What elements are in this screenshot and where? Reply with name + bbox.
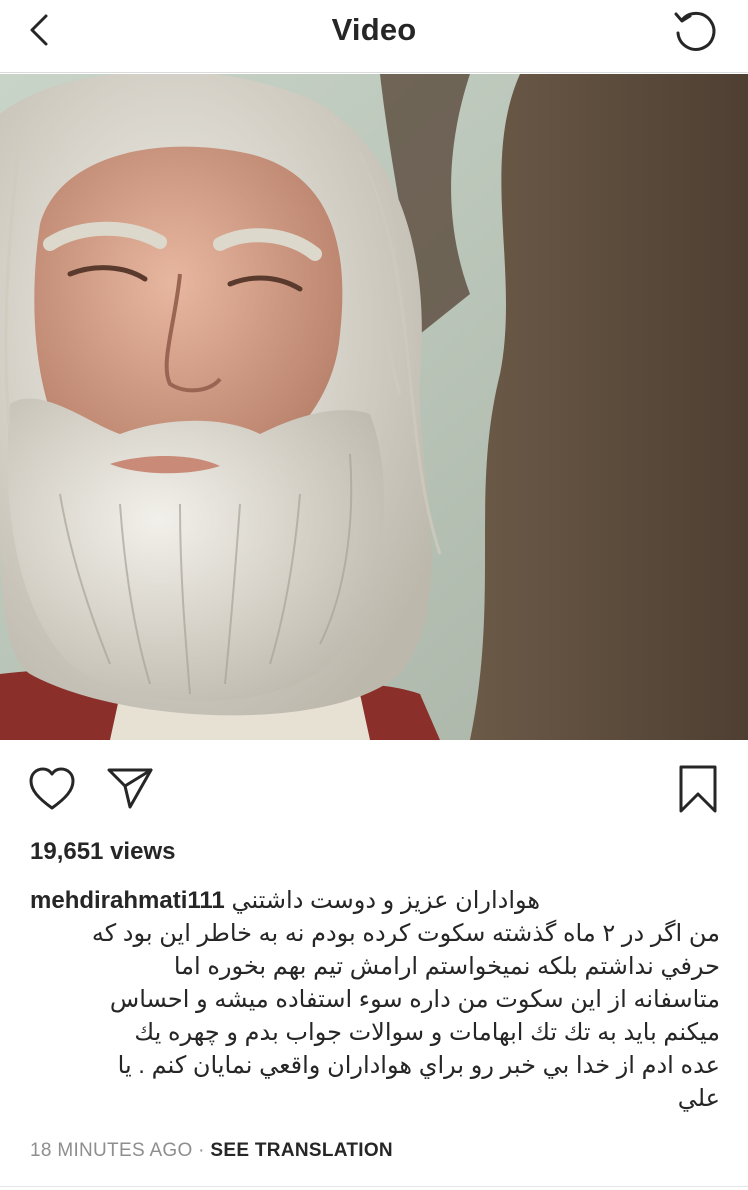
caption-first-line: هواداران عزيز و دوست داشتني xyxy=(231,887,541,914)
video-frame-image xyxy=(0,74,748,740)
paper-plane-icon[interactable] xyxy=(106,766,154,810)
refresh-icon[interactable] xyxy=(670,6,720,56)
top-nav-bar: Video xyxy=(0,0,748,73)
post-timestamp: 18 MINUTES AGO xyxy=(30,1140,193,1161)
meta-separator: · xyxy=(198,1140,205,1161)
caption-body: من اگر در ٢ ماه گذشته سكوت كرده بودم نه … xyxy=(91,920,720,1112)
page-title: Video xyxy=(331,12,417,47)
post-meta: 18 MINUTES AGO · SEE TRANSLATION xyxy=(30,1140,393,1162)
heart-icon[interactable] xyxy=(28,766,76,812)
view-count[interactable]: 19,651 views xyxy=(30,838,175,866)
post-action-bar xyxy=(0,752,748,822)
divider xyxy=(0,1186,748,1187)
see-translation-link[interactable]: SEE TRANSLATION xyxy=(210,1140,393,1161)
bookmark-icon[interactable] xyxy=(678,764,718,814)
post-caption: mehdirahmati111 هواداران عزيز و دوست داش… xyxy=(30,884,720,1115)
username-link[interactable]: mehdirahmati111 xyxy=(30,887,225,914)
video-player[interactable] xyxy=(0,74,748,740)
